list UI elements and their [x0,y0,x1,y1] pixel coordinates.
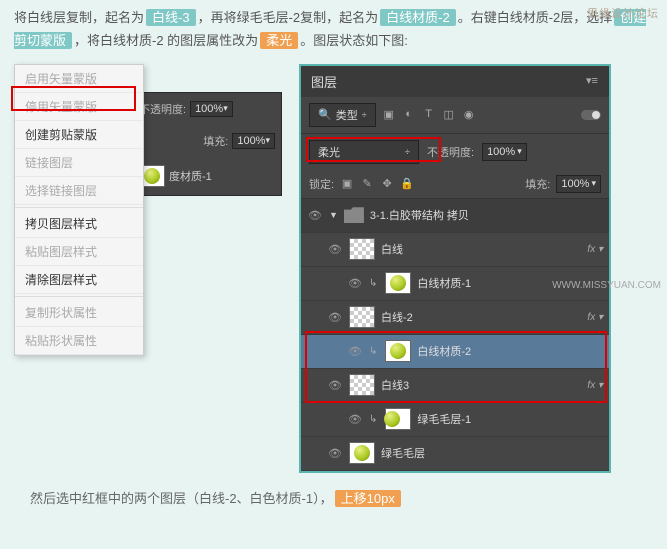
fill-input[interactable]: 100%▾ [556,175,601,193]
layer-thumbnail[interactable] [385,408,411,430]
lock-brush-icon[interactable]: ✎ [360,177,374,191]
filter-icon[interactable]: T [422,108,436,122]
layer-thumbnail[interactable] [349,442,375,464]
filter-icon[interactable]: ◉ [462,108,476,122]
layer-group[interactable]: 👁 ▼ 3-1.白胶带结构 拷贝 [301,199,609,233]
tag-blend-mode: 柔光 [260,32,298,49]
lock-row: 锁定: ▣ ✎ ✥ 🔒 填充: 100%▾ [301,170,609,199]
highlight-box [11,86,136,111]
panel-title: 图层 [311,72,337,91]
visibility-icon[interactable]: 👁 [327,311,343,324]
lock-all-icon[interactable]: 🔒 [400,177,414,191]
fx-badge[interactable]: fx ▾ [587,244,603,255]
filter-row: 🔍 类型 ÷ ▣ ◐ T ◫ ◉ [301,97,609,134]
lock-transparent-icon[interactable]: ▣ [340,177,354,191]
layer-row[interactable]: 👁 ↳ 白线材质-1 [301,267,609,301]
layer-thumbnail[interactable] [349,374,375,396]
clip-arrow-icon: ↳ [369,414,377,425]
visibility-icon[interactable]: 👁 [327,243,343,256]
filter-icon[interactable]: ▣ [382,108,396,122]
tag-layer-name: 白线材质-2 [380,9,456,26]
layer-thumbnail[interactable] [349,238,375,260]
highlight-box [306,137,441,162]
menu-item-clipping-mask[interactable]: 创建剪贴蒙版 [15,121,143,149]
filter-icon[interactable]: ◫ [442,108,456,122]
folder-icon [344,207,364,223]
layer-thumbnail[interactable] [385,272,411,294]
visibility-icon[interactable]: 👁 [327,447,343,460]
fx-badge[interactable]: fx ▾ [587,312,603,323]
layer-row[interactable]: 👁 白线-2 fx ▾ [301,301,609,335]
visibility-icon[interactable]: 👁 [347,345,363,358]
tag-action: 上移10px [335,490,401,507]
clip-arrow-icon: ↳ [369,346,377,357]
blend-mode-row: 柔光÷ 不透明度: 100%▾ [301,134,609,170]
instruction-text: 将白线层复制，起名为白线-3，再将绿毛毛层-2复制，起名为白线材质-2。右键白线… [0,0,667,59]
filter-toggle[interactable] [581,110,601,120]
menu-item[interactable]: 拷贝图层样式 [15,210,143,238]
fx-badge[interactable]: fx ▾ [587,380,603,391]
layer-row[interactable]: 👁 ↳ 绿毛毛层-1 [301,403,609,437]
menu-item[interactable]: 清除图层样式 [15,266,143,294]
layer-row[interactable]: 👁 白线 fx ▾ [301,233,609,267]
filter-icon[interactable]: ◐ [402,108,416,122]
layer-name[interactable]: 3-1.白胶带结构 拷贝 [370,207,603,223]
layer-thumbnail[interactable] [385,340,411,362]
opacity-input[interactable]: 100%▾ [482,143,527,161]
partial-panel: 不透明度:100%▾ 填充:100%▾ 度材质-1 [132,92,282,196]
menu-item[interactable]: 复制形状属性 [15,299,143,327]
visibility-icon[interactable]: 👁 [347,277,363,290]
tag-layer-name: 白线-3 [146,9,196,26]
layers-list: 👁 ▼ 3-1.白胶带结构 拷贝 👁 白线 fx ▾ 👁 ↳ 白线材质-1 👁 [301,199,609,471]
layer-row[interactable]: 👁 绿毛毛层 [301,437,609,471]
menu-icon[interactable]: ▾≡ [585,74,599,88]
layer-row-selected[interactable]: 👁 ↳ 白线材质-2 [301,335,609,369]
layers-panel: 图层 ▾≡ 🔍 类型 ÷ ▣ ◐ T ◫ ◉ 柔光÷ 不透明度: 100%▾ 锁… [299,64,611,473]
clip-arrow-icon: ↳ [369,278,377,289]
expand-icon[interactable]: ▼ [329,210,338,220]
menu-item[interactable]: 粘贴形状属性 [15,327,143,355]
layer-thumbnail[interactable] [349,306,375,328]
visibility-icon[interactable]: 👁 [327,379,343,392]
visibility-icon[interactable]: 👁 [307,209,323,222]
layer-row[interactable]: 👁 白线3 fx ▾ [301,369,609,403]
menu-item[interactable]: 选择链接图层 [15,177,143,205]
menu-item[interactable]: 链接图层 [15,149,143,177]
visibility-icon[interactable]: 👁 [347,413,363,426]
footer-instruction: 然后选中红框中的两个图层（白线-2、白色材质-1），上移10px [0,478,667,517]
filter-type-dropdown[interactable]: 🔍 类型 ÷ [309,103,376,127]
panel-header: 图层 ▾≡ [301,66,609,97]
menu-item[interactable]: 粘贴图层样式 [15,238,143,266]
lock-move-icon[interactable]: ✥ [380,177,394,191]
watermark-text: 思缘设计论坛 [587,5,659,21]
